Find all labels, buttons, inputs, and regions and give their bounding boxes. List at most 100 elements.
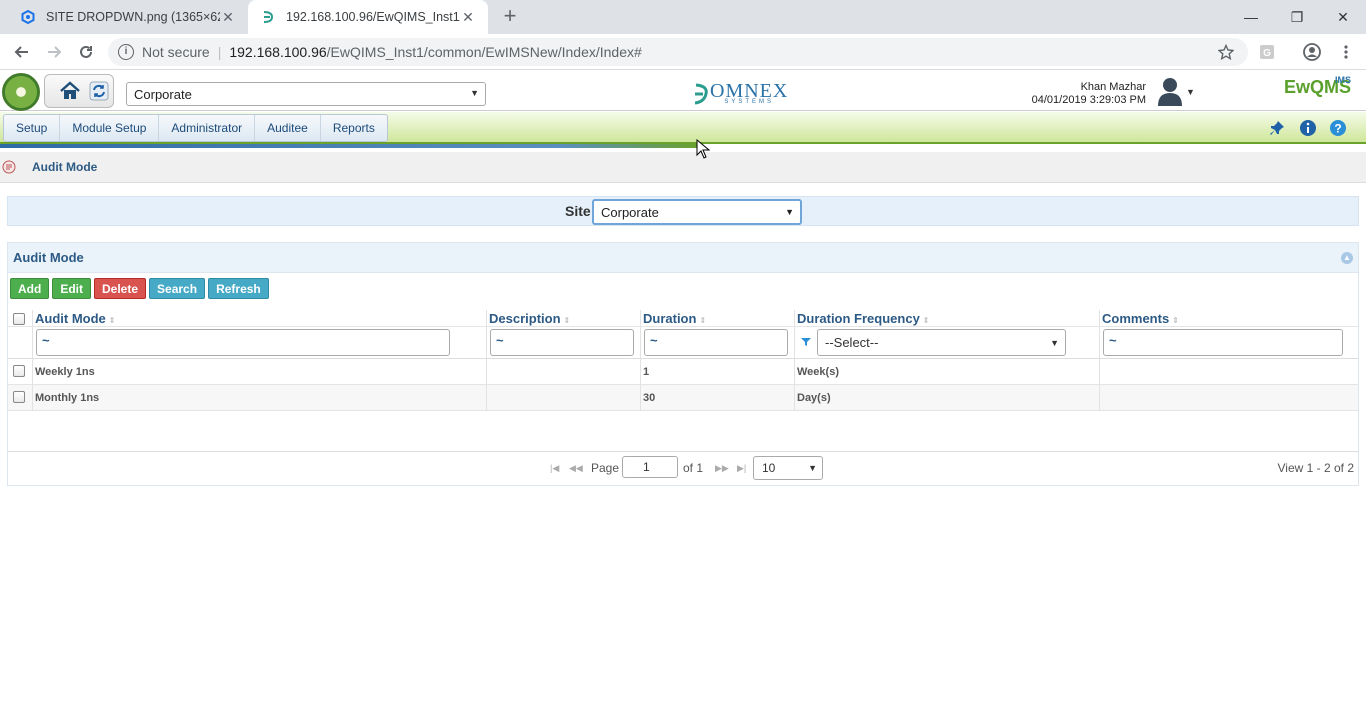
browser-tab-active[interactable]: 192.168.100.96/EwQIMS_Inst1/co ✕ (248, 0, 488, 34)
last-page-icon[interactable]: ▶| (737, 463, 746, 474)
address-bar-row: i Not secure | 192.168.100.96 /EwQIMS_In… (0, 34, 1366, 70)
restore-icon[interactable]: ❐ (1274, 0, 1320, 34)
site-select[interactable]: Corporate ▼ (592, 199, 802, 225)
filter-cell-audit-mode: ~ (33, 327, 487, 358)
chevron-down-icon: ▼ (470, 88, 479, 98)
chevron-down-icon: ▼ (785, 207, 794, 217)
url-host: 192.168.100.96 (229, 44, 327, 60)
column-header-audit-mode[interactable]: Audit Mode ⇕ (33, 310, 487, 326)
menu-setup[interactable]: Setup (4, 115, 61, 141)
page-size-select[interactable]: 10 ▼ (753, 456, 823, 480)
header-site-select[interactable]: Corporate ▼ (126, 82, 486, 106)
main-menu: Setup Module Setup Administrator Auditee… (3, 114, 388, 142)
delete-button[interactable]: Delete (94, 278, 147, 299)
filter-funnel-icon[interactable] (801, 337, 811, 347)
filter-spacer (8, 327, 33, 358)
site-filter-bar: Site Corporate ▼ (7, 196, 1359, 226)
menu-administrator[interactable]: Administrator (159, 115, 256, 141)
close-tab-icon[interactable]: ✕ (460, 9, 476, 26)
user-menu-chevron-icon[interactable]: ▼ (1186, 87, 1195, 97)
minimize-icon[interactable]: — (1228, 0, 1274, 34)
pin-icon[interactable] (1268, 119, 1286, 137)
new-tab-icon[interactable]: + (498, 5, 522, 29)
omnex-favicon-icon (260, 9, 276, 25)
menu-auditee[interactable]: Auditee (255, 115, 321, 141)
security-label: Not secure (142, 44, 210, 60)
audit-mode-filter-input[interactable]: ~ (36, 329, 450, 356)
audit-mode-grid: Audit Mode ⇕ Description ⇕ Duration ⇕ Durat… (8, 310, 1358, 411)
refresh-button[interactable]: Refresh (208, 278, 269, 299)
bookmark-star-icon[interactable] (1216, 42, 1236, 62)
main-menu-bar: Setup Module Setup Administrator Auditee… (0, 112, 1366, 144)
back-arrow-icon[interactable] (10, 40, 34, 64)
column-label: Description (489, 311, 561, 326)
browser-tab-strip: SITE DROPDWN.png (1365×623) ✕ 192.168.10… (0, 0, 1366, 34)
sync-icon[interactable] (86, 77, 112, 105)
column-label: Duration (643, 311, 697, 326)
extension-icon[interactable]: G (1257, 42, 1277, 62)
close-window-icon[interactable]: ✕ (1320, 0, 1366, 34)
row-checkbox[interactable] (13, 365, 25, 377)
comments-filter-input[interactable]: ~ (1103, 329, 1343, 356)
close-tab-icon[interactable]: ✕ (220, 9, 236, 26)
cell-duration: 1 (641, 359, 795, 384)
user-name: Khan Mazhar (1080, 81, 1146, 93)
info-circle-icon[interactable] (1299, 119, 1317, 137)
menu-reports[interactable]: Reports (321, 115, 387, 141)
sun-logo-icon (2, 73, 40, 111)
cell-frequency: Day(s) (795, 385, 1100, 410)
duration-filter-input[interactable]: ~ (644, 329, 788, 356)
panel-header: Audit Mode ▲ (8, 243, 1358, 273)
chevron-down-icon: ▼ (1050, 338, 1059, 348)
site-select-value: Corporate (601, 205, 659, 220)
description-filter-input[interactable]: ~ (490, 329, 634, 356)
prev-page-icon[interactable]: ◀◀ (569, 463, 583, 474)
menu-module-setup[interactable]: Module Setup (60, 115, 160, 141)
search-button[interactable]: Search (149, 278, 206, 299)
mouse-cursor-icon (696, 139, 710, 159)
help-icon[interactable]: ? (1329, 119, 1347, 137)
url-field[interactable]: i Not secure | 192.168.100.96 /EwQIMS_In… (108, 38, 1248, 66)
grid-filter-row: ~ ~ ~ --Select-- ▼ ~ (8, 327, 1358, 359)
sort-icon: ⇕ (922, 316, 930, 325)
filter-cell-description: ~ (487, 327, 641, 358)
forward-arrow-icon[interactable] (42, 40, 66, 64)
reload-icon[interactable] (74, 40, 98, 64)
column-header-duration-frequency[interactable]: Duration Frequency ⇕ (795, 310, 1100, 326)
home-icon[interactable] (57, 77, 83, 105)
filter-cell-duration: ~ (641, 327, 795, 358)
audit-mode-panel: Audit Mode ▲ Add Edit Delete Search Refr… (7, 242, 1359, 486)
column-header-description[interactable]: Description ⇕ (487, 310, 641, 326)
info-icon[interactable]: i (118, 44, 134, 60)
collapse-icon[interactable]: ▲ (1341, 252, 1353, 264)
profile-icon[interactable] (1302, 42, 1322, 62)
edit-button[interactable]: Edit (52, 278, 91, 299)
row-select-cell (8, 359, 33, 384)
add-button[interactable]: Add (10, 278, 50, 299)
table-row[interactable]: Monthly 1ns 30 Day(s) (8, 385, 1358, 411)
table-row[interactable]: Weekly 1ns 1 Week(s) (8, 359, 1358, 385)
frequency-filter-select[interactable]: --Select-- ▼ (817, 329, 1066, 356)
select-all-checkbox[interactable] (13, 313, 25, 325)
browser-tab-image[interactable]: SITE DROPDWN.png (1365×623) ✕ (8, 0, 248, 34)
page-number-input[interactable]: 1 (622, 456, 678, 478)
omnex-logo: OMNEX SYSTEMS (692, 81, 788, 107)
url-separator: | (217, 44, 222, 60)
row-checkbox[interactable] (13, 391, 25, 403)
header-site-value: Corporate (134, 87, 192, 102)
column-header-duration[interactable]: Duration ⇕ (641, 310, 795, 326)
user-avatar-icon[interactable] (1156, 76, 1184, 106)
filter-cell-comments: ~ (1100, 327, 1358, 358)
page-size-value: 10 (762, 461, 776, 475)
column-label: Duration Frequency (797, 311, 920, 326)
breadcrumb: Audit Mode (0, 152, 1366, 183)
first-page-icon[interactable]: |◀ (550, 463, 559, 474)
next-page-icon[interactable]: ▶▶ (715, 463, 729, 474)
page-count: of 1 (683, 461, 704, 475)
ewqms-logo-sup: IMS (1335, 75, 1352, 85)
column-header-comments[interactable]: Comments ⇕ (1100, 310, 1358, 326)
browser-menu-icon[interactable] (1336, 42, 1356, 62)
page-label: Page (591, 461, 620, 475)
cell-description (487, 385, 641, 410)
breadcrumb-current[interactable]: Audit Mode (32, 160, 97, 174)
